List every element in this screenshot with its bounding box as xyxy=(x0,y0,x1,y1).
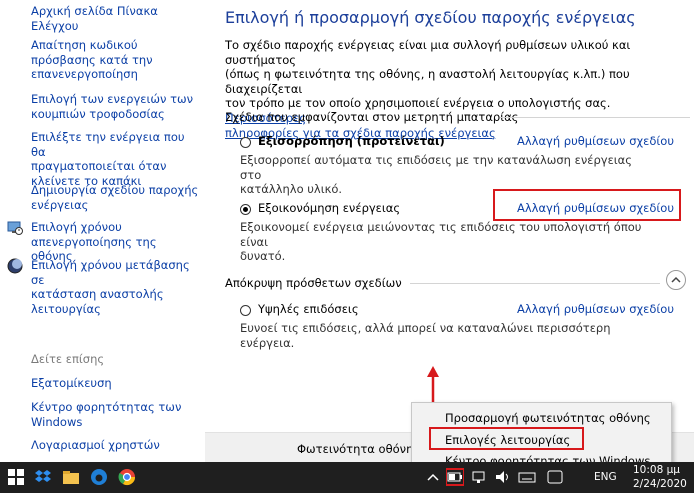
windows-start-icon[interactable] xyxy=(7,468,25,486)
moon-sleep-icon xyxy=(7,258,23,274)
sidebar-item-lid-close[interactable]: Επιλέξτε την ενέργεια που θα πραγματοποιε… xyxy=(31,130,199,188)
clock-date[interactable]: 2/24/2020 xyxy=(633,478,687,490)
change-plan-settings-high-performance[interactable]: Αλλαγή ρυθμίσεων σχεδίου xyxy=(517,302,674,316)
plan-desc-high-performance: Ευνοεί τις επιδόσεις, αλλά μπορεί να κατ… xyxy=(240,321,611,350)
change-plan-settings-balanced[interactable]: Αλλαγή ρυθμίσεων σχεδίου xyxy=(517,134,674,148)
explorer-icon[interactable] xyxy=(62,468,80,486)
chrome-icon[interactable] xyxy=(118,468,136,486)
hidden-plans-header[interactable]: Απόκρυψη πρόσθετων σχεδίων xyxy=(225,276,402,290)
see-also-heading: Δείτε επίσης xyxy=(31,352,105,366)
sidebar-item-control-panel-home[interactable]: Αρχική σελίδα Πίνακα Ελέγχου xyxy=(31,4,199,33)
radio-balanced[interactable] xyxy=(240,137,251,148)
sidebar-item-user-accounts[interactable]: Λογαριασμοί χρηστών xyxy=(31,438,199,453)
sidebar-item-sleep[interactable]: Επιλογή χρόνου μετάβασης σε κατάσταση ανα… xyxy=(31,258,199,316)
highlight-box xyxy=(493,189,681,221)
menu-item-adjust-brightness[interactable]: Προσαρμογή φωτεινότητας οθόνης xyxy=(445,411,651,425)
menu-highlight-box xyxy=(429,427,584,450)
radio-power-saver[interactable] xyxy=(240,204,251,215)
edge-icon[interactable] xyxy=(90,468,108,486)
plan-desc-power-saver: Εξοικονομεί ενέργεια μειώνοντας τις επιδ… xyxy=(240,220,642,264)
main-panel: Επιλογή ή προσαρμογή σχεδίου παροχής ενέ… xyxy=(205,0,694,462)
network-icon[interactable] xyxy=(470,468,488,486)
page-title: Επιλογή ή προσαρμογή σχεδίου παροχής ενέ… xyxy=(225,8,636,27)
taskbar: ENG 10:08 μμ 2/24/2020 xyxy=(0,462,694,493)
display-clock-icon xyxy=(7,220,23,236)
sidebar-item-create-plan[interactable]: Δημιουργία σχεδίου παροχής ενέργειας xyxy=(31,183,199,212)
sidebar-item-mobility-center[interactable]: Κέντρο φορητότητας των Windows xyxy=(31,400,199,429)
plan-name-power-saver[interactable]: Εξοικονόμηση ενέργειας xyxy=(258,201,400,215)
sidebar-item-personalization[interactable]: Εξατομίκευση xyxy=(31,376,199,391)
intro-text: Το σχέδιο παροχής ενέργειας είναι μια συ… xyxy=(225,38,631,140)
sidebar-item-require-password[interactable]: Απαίτηση κωδικού πρόσβασης κατά την επανεν… xyxy=(31,38,199,82)
dropbox-icon[interactable] xyxy=(34,468,52,486)
radio-high-performance[interactable] xyxy=(240,305,251,316)
notification-tray-icon[interactable] xyxy=(546,468,564,486)
language-indicator[interactable]: ENG xyxy=(594,471,617,483)
battery-icon[interactable] xyxy=(445,468,465,486)
section-divider-2 xyxy=(410,283,660,284)
sidebar-item-power-buttons[interactable]: Επιλογή των ενεργειών των κουμπιών τροφοδ… xyxy=(31,92,199,121)
collapse-chevron-button[interactable] xyxy=(666,270,686,290)
plan-name-high-performance[interactable]: Υψηλές επιδόσεις xyxy=(258,302,359,316)
clock-time[interactable]: 10:08 μμ xyxy=(633,464,680,476)
keyboard-icon[interactable] xyxy=(518,468,536,486)
section-divider xyxy=(500,117,690,118)
plan-name-balanced[interactable]: Εξισορρόπηση (προτείνεται) xyxy=(258,134,445,148)
screen-brightness-label: Φωτεινότητα οθόνη xyxy=(297,442,414,456)
volume-icon[interactable] xyxy=(494,468,512,486)
sidebar: Αρχική σελίδα Πίνακα Ελέγχου Απαίτηση κω… xyxy=(0,0,205,462)
chevron-up-icon xyxy=(671,276,681,283)
battery-plans-header: Σχέδια που εμφανίζονται στον μετρητή μπα… xyxy=(225,110,519,124)
up-chevron-icon[interactable] xyxy=(424,468,442,486)
tray-context-menu: Προσαρμογή φωτεινότητας οθόνης Επιλογές … xyxy=(411,402,672,470)
